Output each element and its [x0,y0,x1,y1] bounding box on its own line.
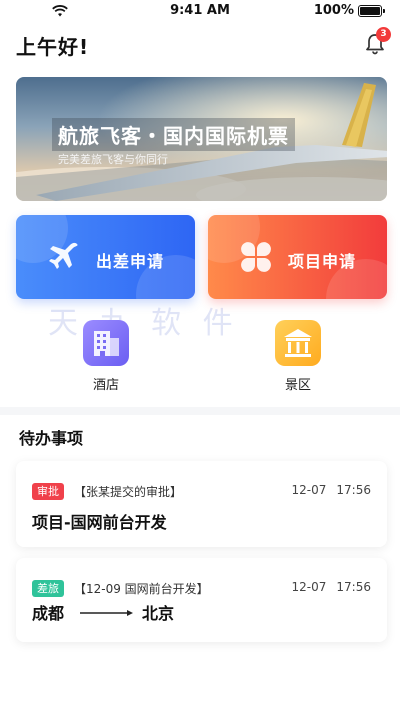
todo-item-subtitle: 【12-09 国网前台开发】 [74,582,209,596]
status-bar: 9:41 AM 100% [0,0,400,22]
project-apply-label: 项目申请 [288,252,357,271]
todo-item-date: 12-07 [291,483,327,497]
banner-subtitle: 完美差旅飞客与你同行 [58,153,168,166]
battery-percent: 100% [313,3,354,18]
todo-item-time: 17:56 [336,483,371,497]
route-origin: 成都 [32,604,65,623]
airplane-icon [49,242,78,269]
todo-item-approval[interactable]: 审批 【张某提交的审批】 12-07 17:56 项目-国网前台开发 [16,461,387,547]
arrow-right-icon [80,610,133,616]
approval-tag: 审批 [32,483,64,500]
todo-item-travel[interactable]: 差旅 【12-09 国网前台开发】 12-07 17:56 成都 北京 [16,558,387,642]
scenic-entry[interactable]: 景区 [258,320,338,393]
project-apply-button[interactable]: 项目申请 [208,215,387,299]
todo-item-datetime: 12-07 17:56 [292,483,371,497]
section-divider [0,407,400,415]
banner-title: 航旅飞客・国内国际机票 [52,118,295,151]
promo-banner[interactable]: 航旅飞客・国内国际机票 完美差旅飞客与你同行 [16,77,387,201]
battery-icon [358,5,385,17]
todo-item-subtitle: 【张某提交的审批】 [74,485,183,499]
todo-item-date: 12-07 [291,580,327,594]
business-trip-apply-button[interactable]: 出差申请 [16,215,195,299]
hotel-label: 酒店 [92,378,119,393]
todo-section-title: 待办事项 [19,429,84,448]
business-trip-apply-label: 出差申请 [96,252,165,271]
clover-icon [241,242,271,272]
scenic-label: 景区 [284,378,311,393]
hotel-icon [83,320,129,366]
hotel-entry[interactable]: 酒店 [66,320,146,393]
route-destination: 北京 [142,604,175,623]
todo-item-datetime: 12-07 17:56 [292,580,371,594]
greeting-title: 上午好! [16,35,90,59]
todo-item-title: 项目-国网前台开发 [32,513,167,532]
todo-item-time: 17:56 [336,580,371,594]
notification-badge: 3 [376,27,391,42]
travel-tag: 差旅 [32,580,64,597]
scenic-temple-icon [275,320,321,366]
travel-route: 成都 北京 [32,600,232,624]
